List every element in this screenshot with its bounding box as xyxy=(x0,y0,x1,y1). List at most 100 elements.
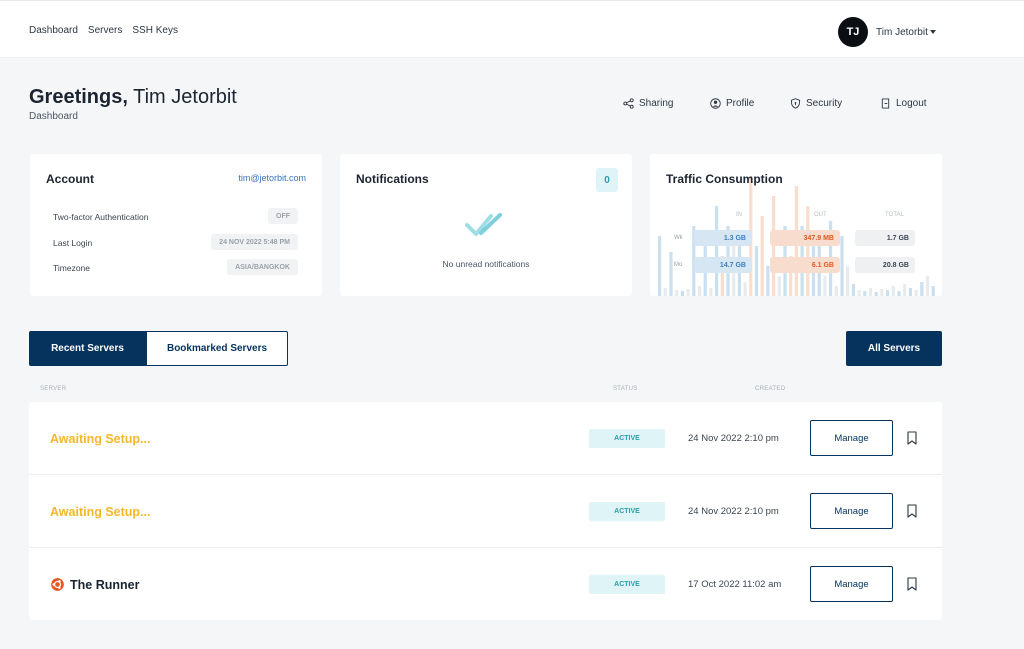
profile-label: Profile xyxy=(726,98,755,109)
traffic-decoration-bar xyxy=(897,291,901,296)
traffic-decoration-bar xyxy=(880,289,884,296)
server-name[interactable]: Awaiting Setup... xyxy=(50,432,150,446)
traffic-decoration-bar xyxy=(680,291,684,296)
page-subtitle: Dashboard xyxy=(29,111,78,122)
manage-button[interactable]: Manage xyxy=(810,420,893,456)
traffic-decoration-bar xyxy=(834,286,838,296)
traffic-decoration-bar xyxy=(840,236,844,296)
share-icon xyxy=(623,98,634,109)
traffic-decoration-bar xyxy=(743,282,747,296)
last-login-label: Last Login xyxy=(53,238,93,248)
account-card: Account tim@jetorbit.com Two-factor Auth… xyxy=(30,154,322,296)
ubuntu-icon xyxy=(51,578,64,591)
table-row[interactable]: The Runner ACTIVE 17 Oct 2022 11:02 am M… xyxy=(29,548,942,621)
traffic-decoration-bar xyxy=(697,286,702,296)
traffic-decoration-bar xyxy=(777,276,781,296)
notifications-title: Notifications xyxy=(356,172,429,186)
traffic-decoration-bar xyxy=(925,276,930,296)
traffic-decoration-bar xyxy=(914,290,918,296)
nav-item-ssh-keys[interactable]: SSH Keys xyxy=(132,25,178,36)
notifications-count-badge: 0 xyxy=(596,168,618,192)
user-name-text: Tim Jetorbit xyxy=(876,26,928,38)
server-name[interactable]: The Runner xyxy=(70,578,139,592)
column-header-created: CREATED xyxy=(755,386,786,392)
account-email[interactable]: tim@jetorbit.com xyxy=(238,173,306,183)
traffic-decoration-bar xyxy=(823,276,827,296)
traffic-decoration-bar xyxy=(686,289,690,296)
traffic-card: Traffic Consumption IN OUT TOTAL Wk 1.3 … xyxy=(650,154,942,296)
traffic-decoration-bar xyxy=(851,284,855,296)
caret-down-icon xyxy=(929,29,936,34)
traffic-decoration-bar xyxy=(715,206,719,296)
traffic-title: Traffic Consumption xyxy=(666,172,783,186)
status-badge: ACTIVE xyxy=(589,502,665,521)
logout-link[interactable]: Logout xyxy=(880,98,927,109)
all-servers-button[interactable]: All Servers xyxy=(846,331,942,366)
timezone-value: ASIA/BANGKOK xyxy=(227,259,298,275)
nav-item-dashboard[interactable]: Dashboard xyxy=(29,25,78,36)
user-circle-icon xyxy=(710,98,721,109)
bookmark-icon[interactable] xyxy=(906,504,918,518)
security-link[interactable]: Security xyxy=(790,98,842,109)
notifications-card: Notifications 0 No unread notifications xyxy=(340,154,632,296)
traffic-decoration-bar xyxy=(806,206,810,296)
server-created: 24 Nov 2022 2:10 pm xyxy=(688,506,779,517)
user-menu[interactable]: TJ Tim Jetorbit xyxy=(838,17,936,47)
two-factor-label: Two-factor Authentication xyxy=(53,212,149,222)
traffic-month-total: 20.8 GB xyxy=(855,257,915,273)
profile-link[interactable]: Profile xyxy=(710,98,754,109)
traffic-week-out: 347.9 MB xyxy=(770,230,840,246)
traffic-month-in: 14.7 GB xyxy=(694,257,752,273)
traffic-week-total: 1.7 GB xyxy=(855,230,915,246)
traffic-decoration-bar xyxy=(903,284,907,296)
traffic-decoration-bar xyxy=(754,246,759,296)
traffic-decoration-bar xyxy=(846,266,850,296)
traffic-decoration-bar xyxy=(669,252,673,296)
last-login-value: 24 NOV 2022 5:48 PM xyxy=(211,234,298,250)
server-name[interactable]: Awaiting Setup... xyxy=(50,505,150,519)
traffic-decoration-bar xyxy=(658,236,662,296)
traffic-week-in: 1.3 GB xyxy=(694,230,752,246)
bookmark-icon[interactable] xyxy=(906,431,918,445)
traffic-week-label: Wk xyxy=(674,235,683,241)
manage-button[interactable]: Manage xyxy=(810,566,893,602)
traffic-header-total: TOTAL xyxy=(885,212,904,218)
tab-recent-servers[interactable]: Recent Servers xyxy=(29,331,146,366)
traffic-decoration-bar xyxy=(663,288,667,296)
top-bar: Dashboard Servers SSH Keys TJ Tim Jetorb… xyxy=(0,0,1024,58)
logout-label: Logout xyxy=(896,98,927,109)
top-nav: Dashboard Servers SSH Keys xyxy=(29,25,178,36)
traffic-header-out: OUT xyxy=(814,212,827,218)
traffic-month-label: Mo xyxy=(674,262,683,268)
table-row[interactable]: Awaiting Setup... ACTIVE 24 Nov 2022 2:1… xyxy=(29,475,942,548)
status-badge: ACTIVE xyxy=(589,429,665,448)
timezone-label: Timezone xyxy=(53,263,91,273)
table-row[interactable]: Awaiting Setup... ACTIVE 24 Nov 2022 2:1… xyxy=(29,402,942,475)
server-list: Awaiting Setup... ACTIVE 24 Nov 2022 2:1… xyxy=(29,402,942,620)
status-badge: ACTIVE xyxy=(589,575,665,594)
user-name[interactable]: Tim Jetorbit xyxy=(876,27,936,38)
traffic-decoration-bar xyxy=(772,196,776,296)
traffic-decoration-bar xyxy=(886,290,890,296)
server-created: 17 Oct 2022 11:02 am xyxy=(688,579,782,590)
traffic-decoration-bar xyxy=(891,286,895,296)
traffic-month-out: 6.1 GB xyxy=(770,257,840,273)
traffic-decoration-bar xyxy=(920,282,924,296)
manage-button[interactable]: Manage xyxy=(810,493,893,529)
shield-icon xyxy=(790,98,801,109)
bookmark-icon[interactable] xyxy=(906,577,918,591)
avatar[interactable]: TJ xyxy=(838,17,868,47)
traffic-decoration-bar xyxy=(863,291,867,296)
tab-bookmarked-servers[interactable]: Bookmarked Servers xyxy=(146,331,288,366)
traffic-decoration-bar xyxy=(766,266,770,296)
sharing-link[interactable]: Sharing xyxy=(623,98,673,109)
traffic-decoration-bar xyxy=(675,290,679,296)
traffic-decoration-bar xyxy=(908,288,912,296)
security-label: Security xyxy=(806,98,843,109)
header-actions: Sharing Profile Security Logout xyxy=(0,98,1024,112)
traffic-decoration-bar xyxy=(931,286,935,296)
nav-item-servers[interactable]: Servers xyxy=(88,25,122,36)
column-header-server: SERVER xyxy=(40,386,67,392)
server-created: 24 Nov 2022 2:10 pm xyxy=(688,433,779,444)
account-title: Account xyxy=(46,172,94,186)
